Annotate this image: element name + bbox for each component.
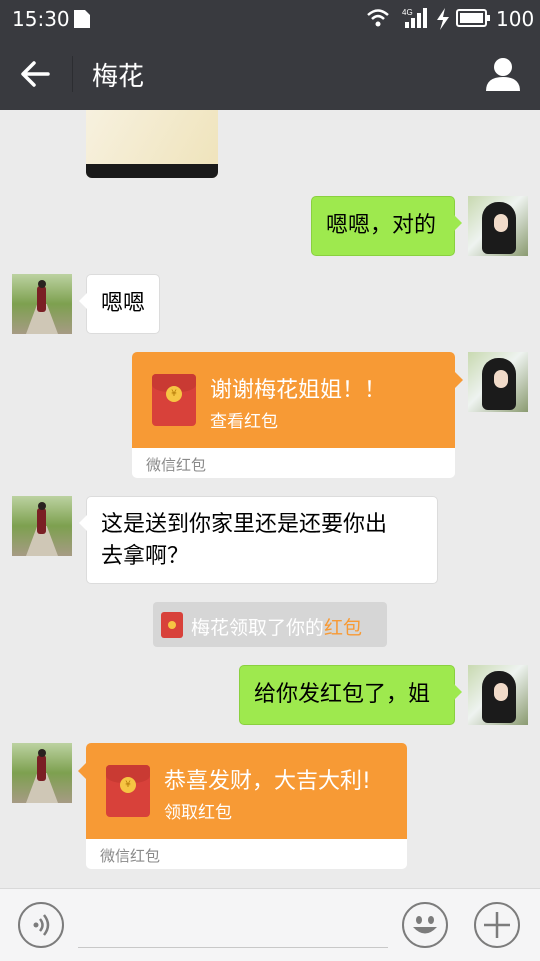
message-bubble-received[interactable]: 嗯嗯 (79, 274, 160, 334)
notice-link[interactable]: 红包 (324, 617, 362, 639)
nav-divider (72, 56, 73, 92)
contact-avatar[interactable] (12, 496, 72, 556)
more-button[interactable] (474, 902, 520, 948)
charging-icon (437, 8, 449, 30)
red-packet-footer: 微信红包 (146, 456, 207, 474)
voice-icon (33, 914, 50, 936)
red-packet-title: 谢谢梅花姐姐！！ (210, 378, 387, 403)
emoji-button[interactable] (402, 902, 448, 948)
my-avatar[interactable] (468, 352, 528, 412)
contact-profile-icon[interactable] (484, 56, 522, 92)
chat-title: 梅花 (92, 62, 145, 92)
system-notice: 梅花领取了你的红包 (153, 602, 387, 647)
red-packet-action: 领取红包 (164, 803, 232, 823)
battery-icon (456, 9, 490, 27)
input-bar (0, 888, 540, 961)
sim-card-icon (74, 10, 90, 28)
message-text-line1: 这是送到你家里还是还要你出 (101, 512, 388, 537)
message-bubble-sent[interactable]: 嗯嗯，对的 (311, 196, 462, 256)
message-text: 嗯嗯，对的 (326, 213, 437, 238)
red-packet-title: 恭喜发财，大吉大利! (164, 769, 371, 794)
red-envelope-icon (161, 612, 183, 638)
back-arrow-icon[interactable] (18, 58, 54, 90)
red-packet-footer: 微信红包 (100, 847, 161, 865)
status-bar: 15:30 4G 100 (0, 0, 540, 38)
network-type-label: 4G (402, 8, 413, 17)
voice-button[interactable] (18, 902, 64, 948)
red-envelope-icon: ¥ (106, 765, 150, 817)
red-envelope-icon: ¥ (152, 374, 196, 426)
signal-icon: 4G (402, 8, 427, 28)
message-text-line2: 去拿啊？ (101, 544, 190, 569)
message-input[interactable] (78, 947, 388, 948)
message-text: 给你发红包了，姐 (254, 682, 431, 707)
notice-text: 梅花领取了你的 (191, 617, 325, 639)
red-packet-action: 查看红包 (210, 412, 278, 432)
plus-icon (484, 912, 510, 938)
emoji-face-icon (413, 916, 437, 934)
message-text: 嗯嗯 (101, 291, 146, 316)
message-bubble-sent[interactable]: 给你发红包了，姐 (239, 665, 462, 725)
my-avatar[interactable] (468, 665, 528, 725)
wifi-icon (367, 9, 389, 27)
red-packet-received[interactable]: ¥ 恭喜发财，大吉大利! 领取红包 微信红包 (78, 743, 407, 869)
battery-percent: 100 (496, 7, 535, 31)
status-time: 15:30 (12, 7, 70, 31)
chat-area[interactable]: 嗯嗯，对的 嗯嗯 ¥ 谢谢梅花姐姐！！ 查看红包 微信红包 这是送到你家里还是还… (0, 110, 540, 888)
message-bubble-received[interactable]: 这是送到你家里还是还要你出 去拿啊？ (79, 496, 438, 584)
contact-avatar[interactable] (12, 274, 72, 334)
image-message[interactable] (86, 110, 218, 178)
contact-avatar[interactable] (12, 743, 72, 803)
red-packet-sent[interactable]: ¥ 谢谢梅花姐姐！！ 查看红包 微信红包 (132, 352, 463, 478)
nav-bar: 梅花 (0, 38, 540, 110)
my-avatar[interactable] (468, 196, 528, 256)
